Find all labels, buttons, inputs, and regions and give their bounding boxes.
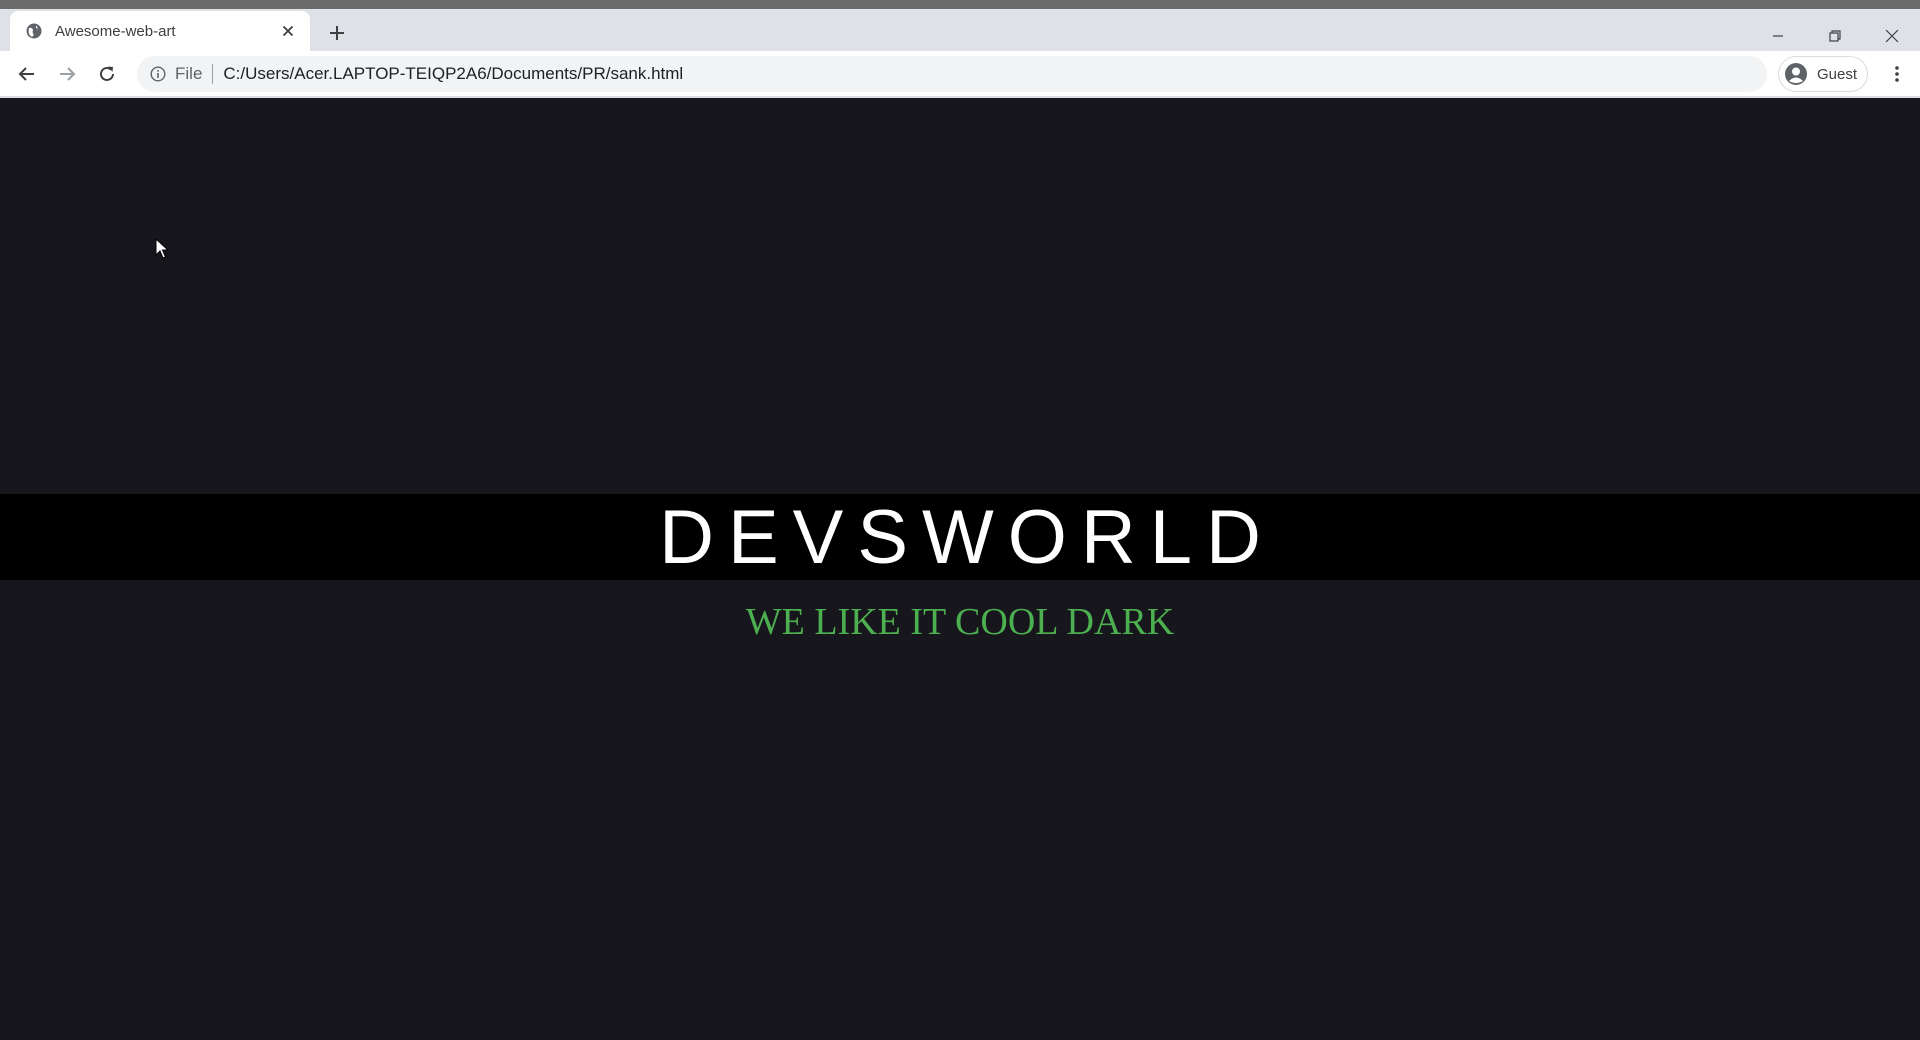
hero-band: DEVSWORLD xyxy=(0,494,1920,580)
mouse-cursor-icon xyxy=(155,238,169,259)
address-bar[interactable]: File C:/Users/Acer.LAPTOP-TEIQP2A6/Docum… xyxy=(137,56,1767,92)
close-icon[interactable] xyxy=(1863,18,1920,54)
globe-icon xyxy=(26,23,42,39)
page-title: DEVSWORLD xyxy=(659,494,1275,580)
plus-icon[interactable] xyxy=(325,21,349,45)
tab-active[interactable]: Awesome-web-art xyxy=(10,11,310,51)
page-viewport: DEVSWORLD WE LIKE IT COOL DARK xyxy=(0,98,1920,1040)
info-icon[interactable] xyxy=(149,65,167,83)
tab-strip: Awesome-web-art xyxy=(0,9,1920,51)
url-text[interactable]: C:/Users/Acer.LAPTOP-TEIQP2A6/Documents/… xyxy=(223,64,683,84)
tab-title: Awesome-web-art xyxy=(55,22,176,40)
close-icon[interactable] xyxy=(278,21,298,41)
avatar-icon xyxy=(1783,61,1809,87)
window-controls xyxy=(1749,18,1920,54)
forward-arrow-icon[interactable] xyxy=(54,61,80,87)
restore-icon[interactable] xyxy=(1806,18,1863,54)
kebab-menu-icon[interactable] xyxy=(1883,59,1911,89)
browser-chrome: Awesome-web-art File C:/Users/Acer.LAPTO… xyxy=(0,0,1920,98)
minimize-icon[interactable] xyxy=(1749,18,1806,54)
profile-label: Guest xyxy=(1817,65,1858,83)
profile-button[interactable]: Guest xyxy=(1778,56,1868,92)
address-separator xyxy=(212,64,214,84)
tagline: WE LIKE IT COOL DARK xyxy=(745,601,1175,643)
browser-toolbar: File C:/Users/Acer.LAPTOP-TEIQP2A6/Docum… xyxy=(0,51,1920,96)
title-bar-strip xyxy=(0,0,1920,9)
reload-icon[interactable] xyxy=(94,61,120,87)
scheme-label: File xyxy=(175,64,203,83)
back-arrow-icon[interactable] xyxy=(14,61,40,87)
